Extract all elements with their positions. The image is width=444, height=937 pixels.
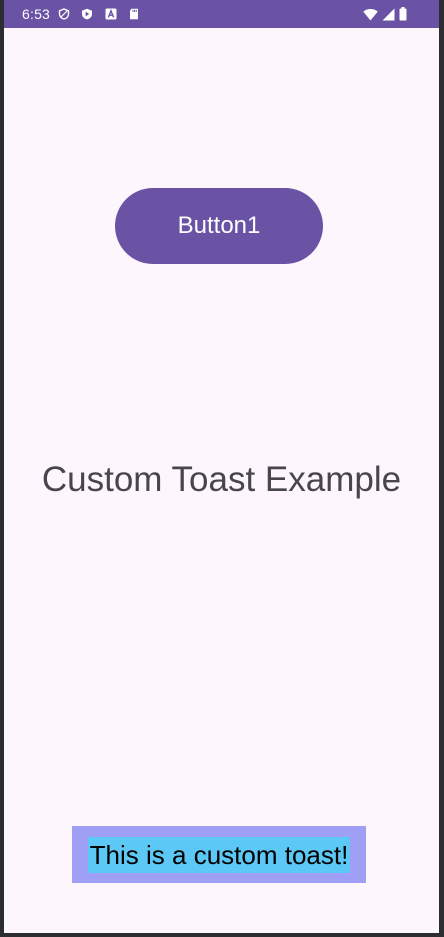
status-bar: 6:53 (4, 0, 439, 28)
button1[interactable]: Button1 (115, 188, 323, 264)
phone-screen: 6:53 Button1 Custom Toast Example This i… (4, 0, 439, 933)
status-right-icons (363, 7, 407, 26)
sd-card-icon (128, 8, 140, 20)
custom-toast: This is a custom toast! (72, 826, 366, 883)
play-protect-icon (81, 8, 93, 20)
toast-message: This is a custom toast! (87, 836, 351, 873)
button1-label: Button1 (177, 212, 261, 239)
wifi-icon (363, 8, 378, 26)
signal-icon (382, 8, 395, 26)
battery-icon (399, 7, 407, 26)
text-a-icon (105, 8, 117, 20)
page-title: Custom Toast Example (41, 460, 402, 499)
shield-icon (58, 8, 70, 20)
status-time: 6:53 (22, 6, 51, 22)
